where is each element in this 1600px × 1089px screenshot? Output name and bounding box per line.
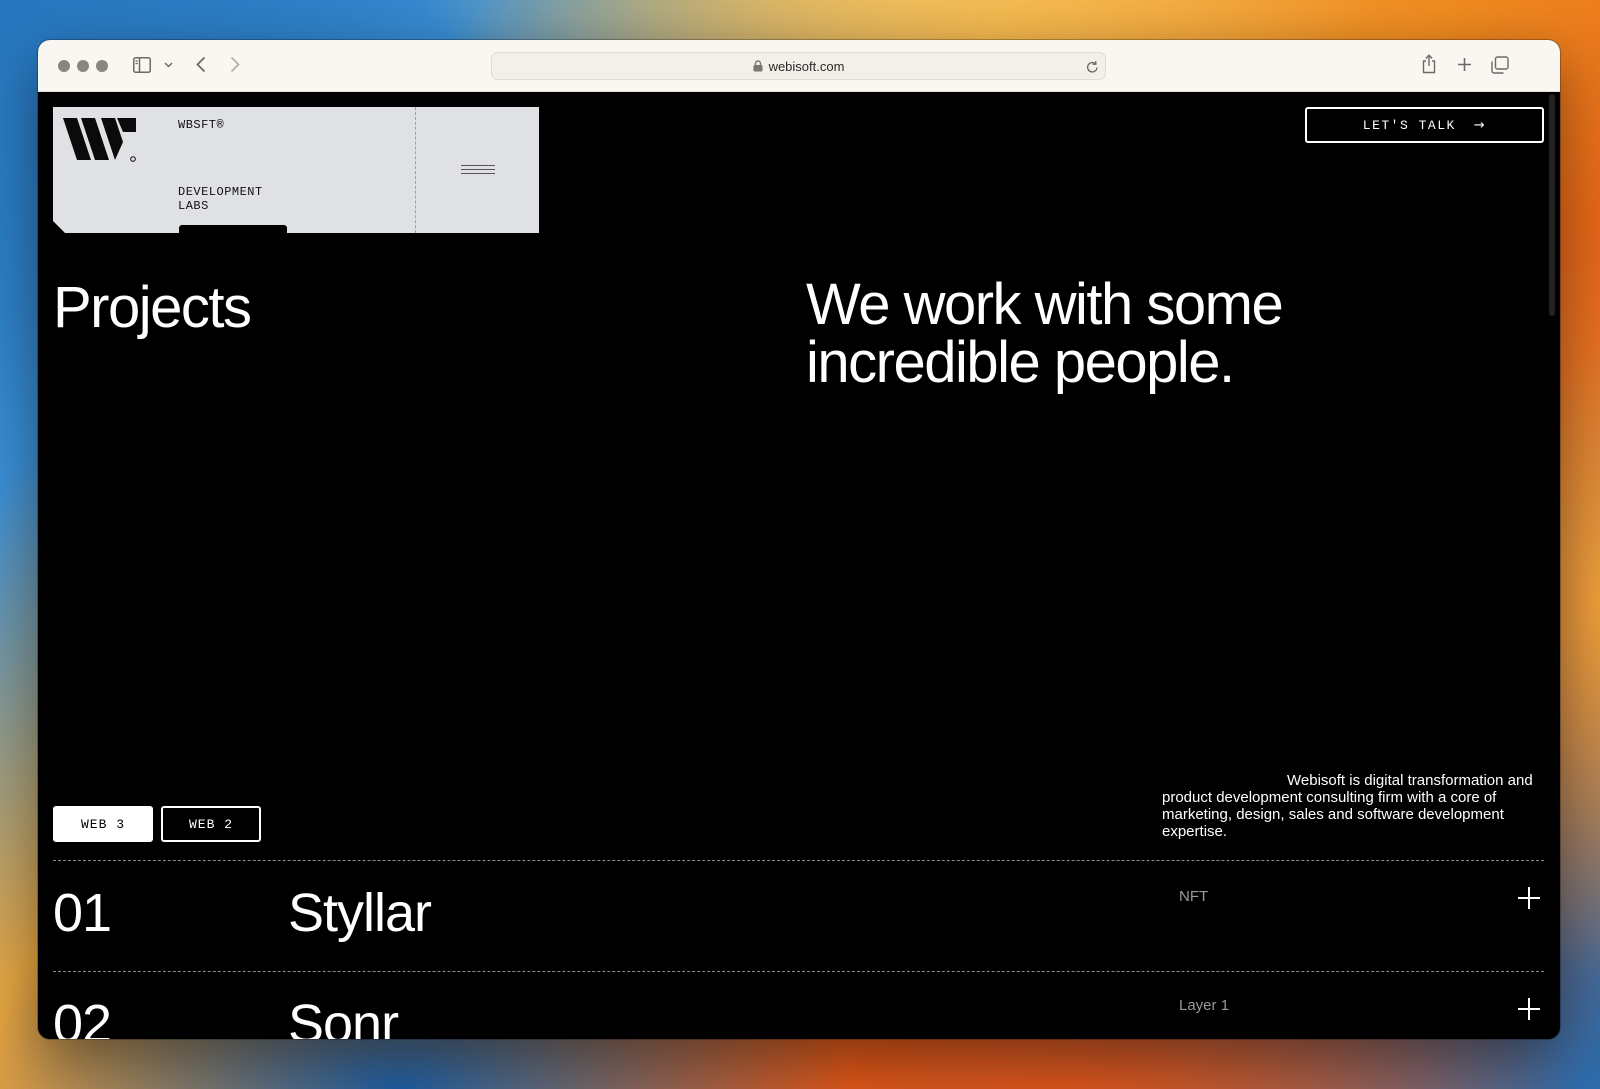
project-tag: NFT (1179, 888, 1209, 905)
brand-tab (179, 225, 287, 235)
brand-name: WBSFT® (178, 118, 225, 132)
minimize-window-button[interactable] (77, 60, 89, 72)
project-number: 01 (53, 883, 112, 943)
project-tag: Layer 1 (1179, 997, 1230, 1014)
project-name[interactable]: Sonr (288, 993, 399, 1039)
project-name[interactable]: Styllar (288, 882, 432, 944)
tabs-overview-icon[interactable] (1491, 56, 1509, 74)
brand-tagline: DEVELOPMENT LABS (178, 185, 263, 213)
share-icon[interactable] (1421, 54, 1437, 74)
brand-card-notch (53, 221, 65, 233)
filter-web3-button[interactable]: WEB 3 (53, 806, 153, 842)
new-tab-icon[interactable] (1457, 57, 1472, 72)
expand-plus-icon[interactable] (1518, 998, 1540, 1020)
row-divider (53, 860, 1544, 861)
menu-icon[interactable] (461, 165, 495, 177)
close-window-button[interactable] (58, 60, 70, 72)
arrow-right-icon: → (1473, 117, 1487, 133)
webpage: WBSFT® DEVELOPMENT LABS LET'S TALK → Pro… (38, 92, 1560, 1039)
address-bar[interactable]: webisoft.com (491, 52, 1106, 80)
url-text: webisoft.com (768, 58, 845, 74)
page-scrollbar[interactable] (1549, 94, 1555, 316)
page-title: Projects (53, 275, 252, 340)
browser-window: webisoft.com WBSFT® DEVELOPMENT LABS LET… (38, 40, 1560, 1039)
brand-card-divider (415, 107, 416, 233)
chevron-down-icon[interactable] (164, 62, 173, 68)
project-number: 02 (53, 994, 112, 1039)
zoom-window-button[interactable] (96, 60, 108, 72)
webisoft-logo[interactable] (63, 118, 139, 163)
lets-talk-button[interactable]: LET'S TALK → (1305, 107, 1544, 143)
expand-plus-icon[interactable] (1518, 887, 1540, 909)
sidebar-icon[interactable] (133, 57, 151, 73)
lets-talk-label: LET'S TALK (1362, 117, 1456, 133)
filter-web2-button[interactable]: WEB 2 (161, 806, 261, 842)
forward-icon[interactable] (230, 56, 240, 73)
reload-icon[interactable] (1086, 60, 1099, 74)
back-icon[interactable] (196, 56, 206, 73)
lock-icon (753, 60, 763, 72)
hero-headline: We work with some incredible people. (806, 272, 1284, 395)
brand-card[interactable]: WBSFT® DEVELOPMENT LABS (53, 107, 539, 235)
browser-toolbar: webisoft.com (38, 40, 1560, 92)
row-divider (53, 971, 1544, 972)
about-text: Webisoft is digital transformation and p… (1162, 772, 1533, 840)
